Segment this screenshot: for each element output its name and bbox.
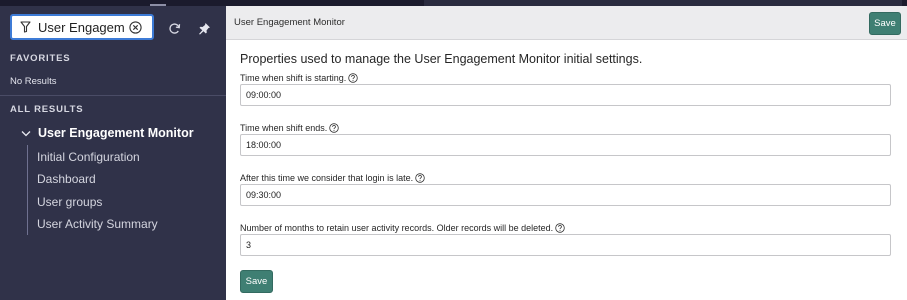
form-header: User Engagement Monitor Save bbox=[226, 6, 907, 40]
chevron-down-icon[interactable] bbox=[20, 127, 32, 139]
shift-end-field[interactable] bbox=[240, 134, 891, 156]
app-menu-label: User Engagement Monitor bbox=[38, 126, 194, 140]
clear-icon[interactable] bbox=[128, 20, 142, 34]
field-label-shift-end: Time when shift ends. bbox=[240, 123, 339, 133]
all-results-heading: ALL RESULTS bbox=[10, 104, 84, 115]
field-label-late-login: After this time we consider that login i… bbox=[240, 173, 425, 183]
sidebar-item-user-groups[interactable]: User groups bbox=[37, 195, 102, 209]
help-icon[interactable] bbox=[555, 223, 565, 233]
field-label-text: Number of months to retain user activity… bbox=[240, 223, 554, 233]
navigator-sidebar: FAVORITES No Results ALL RESULTS User En… bbox=[0, 6, 226, 300]
main-content: User Engagement Monitor Save Properties … bbox=[226, 6, 907, 300]
help-icon[interactable] bbox=[329, 123, 339, 133]
filter-box[interactable] bbox=[10, 14, 154, 40]
header-save-button[interactable]: Save bbox=[869, 12, 901, 35]
field-label-text: After this time we consider that login i… bbox=[240, 173, 414, 183]
favorites-heading: FAVORITES bbox=[10, 53, 71, 64]
tree-guide-line bbox=[27, 145, 28, 235]
page-title: User Engagement Monitor bbox=[234, 17, 345, 28]
sidebar-divider bbox=[0, 95, 226, 96]
refresh-icon[interactable] bbox=[166, 20, 182, 36]
sidebar-item-initial-configuration[interactable]: Initial Configuration bbox=[37, 150, 140, 164]
field-label-retention-months: Number of months to retain user activity… bbox=[240, 223, 565, 233]
form-intro: Properties used to manage the User Engag… bbox=[240, 52, 643, 66]
help-icon[interactable] bbox=[348, 73, 358, 83]
field-label-shift-start: Time when shift is starting. bbox=[240, 73, 358, 83]
field-label-text: Time when shift ends. bbox=[240, 123, 328, 133]
field-label-text: Time when shift is starting. bbox=[240, 73, 347, 83]
favorites-no-results: No Results bbox=[10, 76, 57, 87]
filter-input[interactable] bbox=[38, 19, 124, 35]
app-menu-user-engagement-monitor[interactable]: User Engagement Monitor bbox=[20, 126, 194, 140]
filter-icon bbox=[18, 20, 32, 34]
form-save-button[interactable]: Save bbox=[240, 270, 273, 293]
retention-months-field[interactable] bbox=[240, 234, 891, 256]
pin-icon[interactable] bbox=[196, 20, 212, 36]
late-login-field[interactable] bbox=[240, 184, 891, 206]
shift-start-field[interactable] bbox=[240, 84, 891, 106]
sidebar-item-dashboard[interactable]: Dashboard bbox=[37, 172, 96, 186]
help-icon[interactable] bbox=[415, 173, 425, 183]
sidebar-item-user-activity-summary[interactable]: User Activity Summary bbox=[37, 217, 158, 231]
